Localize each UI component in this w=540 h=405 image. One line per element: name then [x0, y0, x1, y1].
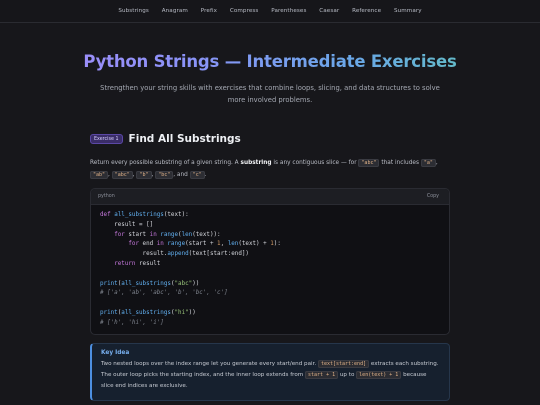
desc-bold-term: substring [240, 160, 272, 166]
desc-text: Return every possible substring of a giv… [90, 160, 239, 166]
callout-text-part: up to [339, 372, 355, 379]
code-block: python Copy def all_substrings(text): re… [90, 188, 450, 335]
inline-code: "abc" [358, 159, 380, 167]
desc-text: , and [173, 171, 188, 178]
nav-link-parentheses[interactable]: Parentheses [265, 8, 313, 14]
inline-code: len(text) + 1 [356, 371, 402, 380]
nav-link-compress[interactable]: Compress [223, 8, 264, 14]
top-nav: Substrings Anagram Prefix Compress Paren… [0, 0, 540, 23]
inline-code: start + 1 [305, 371, 339, 380]
nav-link-anagram[interactable]: Anagram [155, 8, 194, 14]
callout-text-part: Two nested loops over the index range le… [101, 361, 317, 367]
exercise-header: Exercise 1 Find All Substrings [90, 132, 241, 146]
key-idea-callout: Key Idea Two nested loops over the index… [90, 343, 450, 401]
desc-text: that includes [381, 160, 419, 166]
inline-code: "abc" [111, 170, 133, 179]
nav-link-reference[interactable]: Reference [346, 8, 388, 14]
inline-code: "bc" [155, 170, 174, 179]
nav-link-caesar[interactable]: Caesar [313, 8, 346, 14]
nav-link-summary[interactable]: Summary [388, 8, 429, 14]
inline-code: "c" [189, 170, 205, 179]
code-content: def all_substrings(text): result = [] fo… [100, 212, 281, 326]
page-title: Python Strings — Intermediate Exercises [0, 52, 540, 71]
nav-link-prefix[interactable]: Prefix [194, 8, 223, 14]
inline-code: text[start:end] [317, 360, 370, 368]
exercise-badge: Exercise 1 [90, 134, 123, 144]
inline-code: "b" [136, 170, 152, 179]
callout-title: Key Idea [101, 350, 130, 356]
inline-code: "a" [420, 159, 436, 167]
exercise-description: Return every possible substring of a giv… [90, 159, 438, 179]
inline-code: "ab" [90, 170, 109, 179]
code-header: python Copy [91, 189, 449, 205]
copy-button[interactable]: Copy [427, 194, 439, 199]
page-subtitle: Strengthen your string skills with exerc… [100, 84, 440, 104]
code-language-label: python [98, 194, 115, 199]
desc-text: . [204, 171, 207, 178]
desc-text: is any contiguous slice — for [273, 160, 357, 166]
exercise-title: Find All Substrings [128, 133, 241, 145]
nav-link-substrings[interactable]: Substrings [112, 8, 155, 14]
callout-text: Two nested loops over the index range le… [101, 359, 440, 393]
